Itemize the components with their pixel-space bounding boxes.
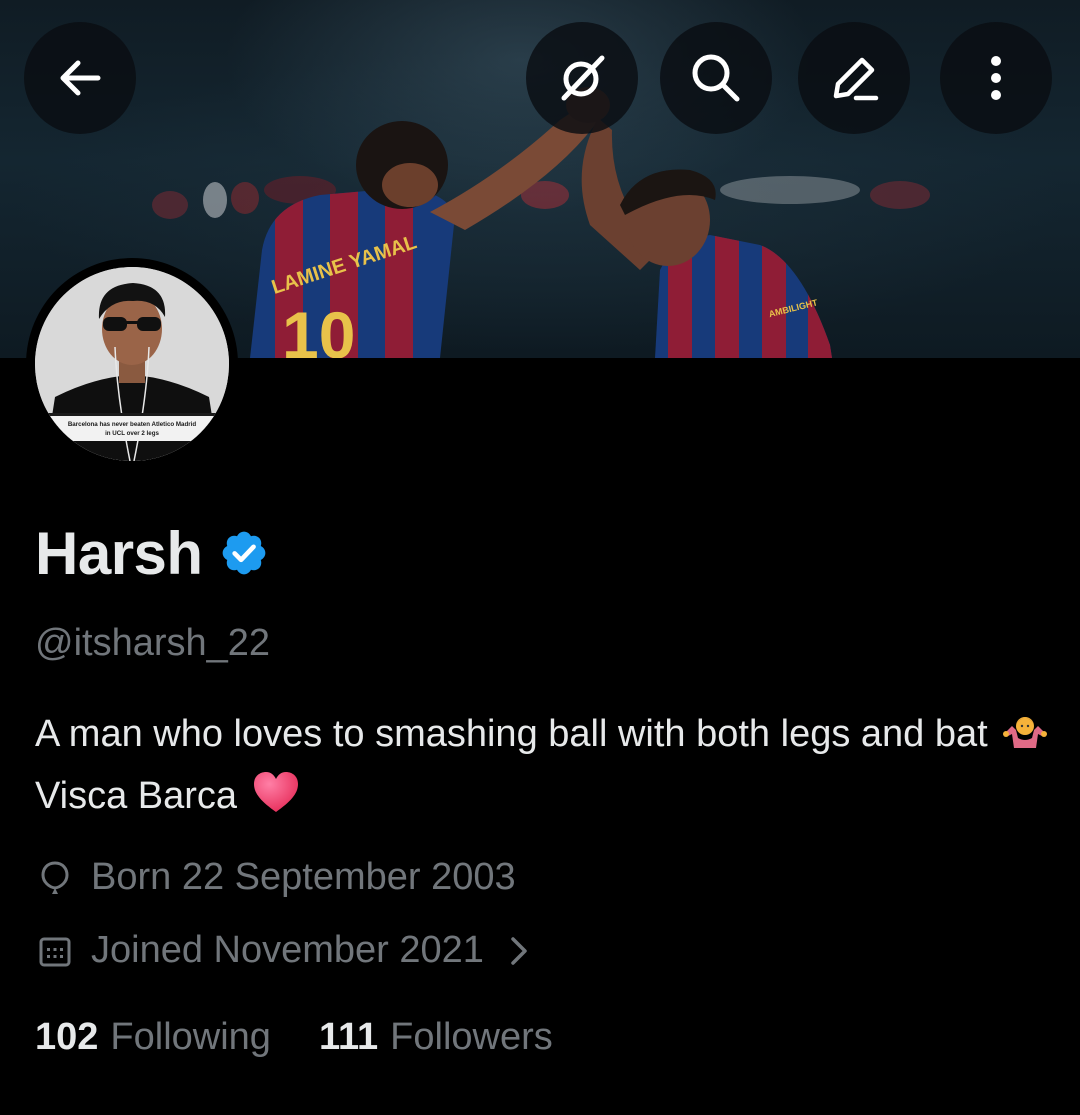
joined-date-row[interactable]: Joined November 2021 bbox=[37, 929, 530, 972]
heart-emoji-icon bbox=[252, 770, 300, 830]
profile-stats: 102 Following 111 Followers bbox=[35, 1016, 601, 1059]
chevron-right-icon bbox=[508, 934, 530, 968]
arrow-left-icon bbox=[60, 60, 101, 96]
search-button[interactable] bbox=[660, 22, 772, 134]
jersey-number-text: 10 bbox=[282, 298, 355, 358]
avatar-caption-line2: in UCL over 2 legs bbox=[105, 430, 159, 437]
more-button[interactable] bbox=[940, 22, 1052, 134]
birth-date-text: Born 22 September 2003 bbox=[91, 856, 516, 898]
avatar[interactable]: Barcelona has never beaten Atletico Madr… bbox=[26, 258, 238, 470]
shrug-emoji-icon bbox=[1002, 712, 1048, 768]
more-vertical-icon bbox=[991, 56, 1001, 100]
grok-icon bbox=[561, 55, 605, 101]
profile-bio: A man who loves to smashing ball with bo… bbox=[35, 706, 1055, 830]
calendar-icon bbox=[37, 933, 73, 969]
followers-count: 111 bbox=[318, 1016, 379, 1058]
following-link[interactable]: 102 Following bbox=[35, 1016, 271, 1059]
grok-button[interactable] bbox=[526, 22, 638, 134]
balloon-icon bbox=[37, 860, 73, 896]
verified-badge-icon[interactable] bbox=[219, 528, 269, 578]
bio-text-part1: A man who loves to smashing ball with bo… bbox=[35, 713, 988, 755]
following-label: Following bbox=[110, 1016, 271, 1058]
birth-date-row: Born 22 September 2003 bbox=[37, 856, 516, 899]
edit-button[interactable] bbox=[798, 22, 910, 134]
joined-date-text: Joined November 2021 bbox=[91, 929, 484, 971]
profile-name-row: Harsh bbox=[35, 518, 269, 588]
profile-handle: @itsharsh_22 bbox=[35, 622, 271, 664]
avatar-caption-line1: Barcelona has never beaten Atletico Madr… bbox=[68, 421, 197, 428]
display-name: Harsh bbox=[35, 519, 203, 587]
back-button[interactable] bbox=[24, 22, 136, 134]
edit-icon bbox=[833, 57, 879, 101]
search-icon bbox=[692, 54, 740, 102]
avatar-image: Barcelona has never beaten Atletico Madr… bbox=[35, 267, 229, 461]
bio-text-part2: Visca Barca bbox=[35, 775, 238, 817]
following-count: 102 bbox=[35, 1016, 99, 1058]
followers-link[interactable]: 111 Followers bbox=[319, 1016, 553, 1059]
followers-label: Followers bbox=[390, 1016, 553, 1058]
